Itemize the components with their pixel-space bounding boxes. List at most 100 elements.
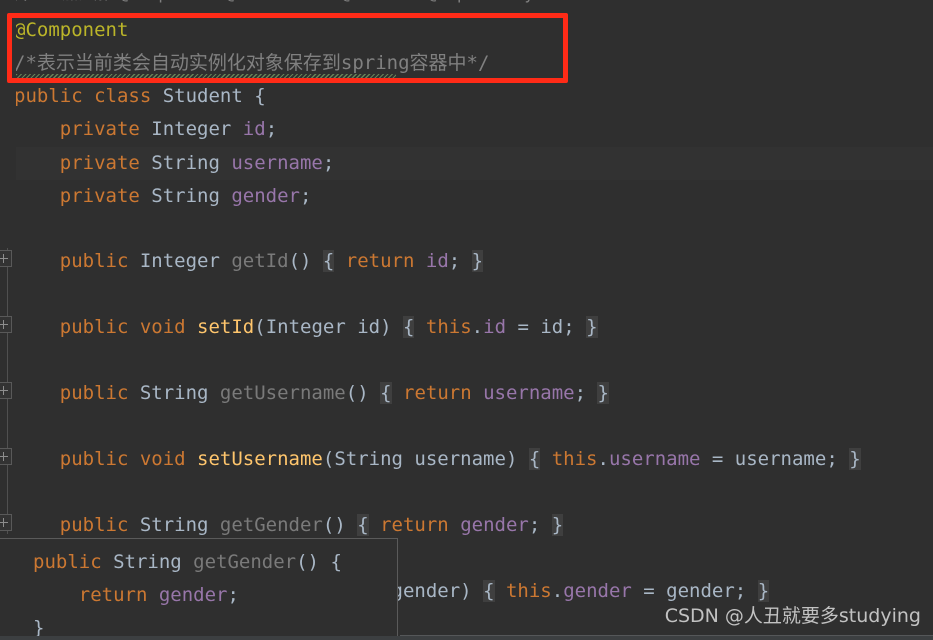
code-token-method-dim: getUsername	[219, 382, 346, 404]
code-token-keyword: return	[33, 584, 159, 606]
code-token-brace-box: {	[528, 448, 541, 470]
code-token-punctuation: ()	[296, 551, 331, 573]
code-token-punctuation: ;	[826, 448, 850, 470]
code-token-field: id	[242, 118, 266, 140]
code-token-punctuation: )	[380, 316, 403, 338]
code-token-punctuation: ;	[322, 152, 335, 174]
code-token-brace-box: }	[757, 580, 770, 602]
code-token-punctuation: ;	[734, 580, 758, 602]
code-token-field: username	[231, 152, 323, 174]
code-token-method-dim: getId	[231, 250, 289, 272]
line-class-decl[interactable]: public class Student {	[14, 80, 266, 113]
code-token-field: gender	[158, 584, 228, 606]
code-token-keyword: return	[345, 250, 426, 272]
code-token-punctuation: ()	[288, 250, 323, 272]
code-token-punctuation: )	[460, 580, 484, 602]
code-token-keyword: private	[14, 185, 152, 207]
code-token-punctuation: =	[506, 316, 541, 338]
code-token-comment: /*表示当前类会自动实例化对象保存到spring容器中*/	[14, 52, 490, 74]
code-token-method-dim: getGender	[219, 514, 323, 536]
code-token-keyword: return	[403, 382, 484, 404]
spellcheck-squiggle	[16, 74, 396, 78]
code-token-field: username	[483, 382, 575, 404]
code-token-punctuation: ;	[574, 382, 598, 404]
code-token-brace-box: {	[403, 316, 415, 338]
code-token-field: gender	[460, 514, 529, 536]
fold-marker-set-username[interactable]	[0, 448, 12, 465]
fold-marker-set-id[interactable]	[0, 316, 12, 333]
code-token-punctuation: .	[471, 316, 484, 338]
code-token-keyword: public	[14, 382, 140, 404]
code-token-keyword: public	[14, 514, 140, 536]
code-token-type: gender	[666, 580, 735, 602]
code-token-punctuation: .	[551, 580, 564, 602]
code-token-type: username	[414, 448, 506, 470]
code-token-brace-box: {	[380, 382, 392, 404]
code-token-keyword: this	[425, 316, 472, 338]
line-field-gender[interactable]: private String gender;	[14, 180, 312, 213]
code-token-keyword: return	[380, 514, 461, 536]
code-token-field: id	[483, 316, 507, 338]
folded-code-popup[interactable]: public String getGender() { return gende…	[0, 538, 398, 640]
code-token-punctuation: ;	[227, 584, 239, 606]
code-token-punctuation: =	[631, 580, 667, 602]
fold-marker-get-gender[interactable]	[0, 514, 12, 531]
code-token-punctuation: ()	[322, 514, 358, 536]
line-field-id[interactable]: private Integer id;	[14, 113, 277, 146]
code-token-punctuation: .	[597, 448, 609, 470]
horizontal-scrollbar[interactable]	[0, 636, 933, 640]
line-get-username[interactable]: public String getUsername() { return use…	[14, 377, 609, 410]
code-token-type: String	[151, 152, 232, 174]
code-token-type: Student	[162, 85, 255, 107]
code-token-type: String	[334, 448, 415, 470]
code-token-brace-box: }	[597, 382, 609, 404]
line-annotation[interactable]: @Component	[14, 14, 128, 47]
code-token-keyword: void	[139, 316, 198, 338]
fold-marker-get-username[interactable]	[0, 382, 12, 399]
code-token-punctuation: (	[322, 448, 335, 470]
fold-marker-get-id[interactable]	[0, 250, 12, 267]
code-token-type: Integer	[139, 250, 232, 272]
code-token-punctuation: (	[254, 316, 266, 338]
code-token-punctuation: ;	[448, 250, 472, 272]
code-token-punctuation: ()	[345, 382, 381, 404]
code-token-field: gender	[563, 580, 632, 602]
code-token-type: String	[139, 382, 220, 404]
popup-line-return: return gender;	[33, 579, 239, 612]
code-token-punctuation: =	[700, 448, 735, 470]
code-token-type: gender	[391, 580, 461, 602]
code-editor[interactable]: // 3 加注解 @Component @Controller @Service…	[0, 0, 933, 640]
line-field-username[interactable]: private String username;	[14, 147, 335, 180]
code-token-keyword: public	[14, 448, 140, 470]
code-token-method-bold: setId	[197, 316, 255, 338]
code-token-annotation: @Component	[14, 19, 129, 41]
code-token-method-dim: getGender	[193, 551, 297, 573]
line-get-id[interactable]: public Integer getId() { return id; }	[14, 245, 484, 278]
code-token-type: username	[734, 448, 827, 470]
code-token-keyword: private	[14, 152, 152, 174]
popup-line-signature: public String getGender() {	[33, 546, 342, 579]
code-token-brace-box: }	[849, 448, 861, 470]
code-token-keyword: class	[94, 85, 163, 107]
code-token-type: Integer	[151, 118, 243, 140]
code-token-type: String	[151, 185, 232, 207]
code-token-type: Integer	[265, 316, 358, 338]
code-token-field: username	[608, 448, 701, 470]
code-token-keyword: this	[551, 448, 598, 470]
code-token-punctuation: ;	[563, 316, 587, 338]
code-token-field: gender	[231, 185, 300, 207]
line-set-username[interactable]: public void setUsername(String username)…	[14, 443, 861, 476]
code-token-keyword: public	[14, 316, 140, 338]
csdn-watermark: CSDN @人丑就要多studying	[664, 605, 921, 627]
code-token-punctuation: {	[330, 551, 342, 573]
code-token-type: id	[540, 316, 564, 338]
code-token-punctuation: ;	[300, 185, 312, 207]
code-token-punctuation: ;	[265, 118, 278, 140]
line-set-id[interactable]: public void setId(Integer id) { this.id …	[14, 311, 598, 344]
